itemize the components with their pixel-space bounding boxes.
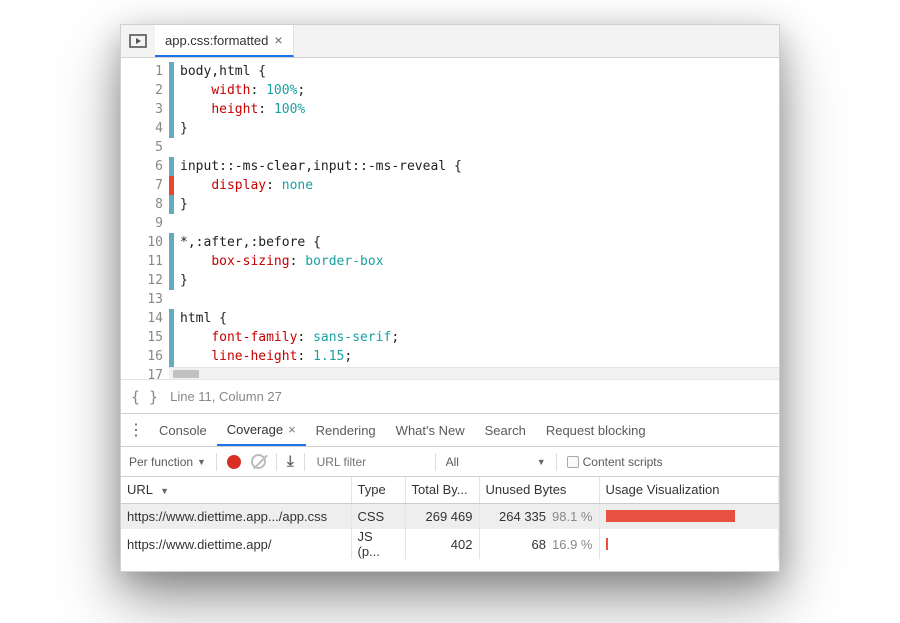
content-scripts-label: Content scripts (583, 455, 663, 469)
cell-total-bytes: 269 469 (405, 503, 479, 529)
scrollbar-thumb[interactable] (173, 370, 199, 378)
cell-usage-viz (599, 529, 779, 559)
cell-unused-bytes: 6816.9 % (479, 529, 599, 559)
horizontal-scrollbar[interactable] (169, 367, 779, 379)
drawer-tabbar: ⋮ Console Coverage × Rendering What's New Sea… (121, 414, 779, 447)
table-row[interactable]: https://www.diettime.app.../app.cssCSS26… (121, 503, 779, 529)
source-tab-title: app.css:formatted (165, 33, 268, 48)
sources-tabbar: app.css:formatted × (121, 25, 779, 58)
pretty-print-icon[interactable]: { } (131, 388, 158, 406)
devtools-panel: app.css:formatted × 12345678910111213141… (120, 24, 780, 572)
export-icon[interactable]: ⤓ (287, 453, 294, 470)
column-unused-bytes[interactable]: Unused Bytes (479, 477, 599, 503)
cell-total-bytes: 402 (405, 529, 479, 559)
line-number-gutter: 1234567891011121314151617 (121, 58, 169, 379)
editor-status-bar: { } Line 11, Column 27 (121, 380, 779, 414)
checkbox-icon[interactable] (567, 456, 579, 468)
caret-down-icon: ▼ (537, 457, 546, 467)
drawer-tab-rendering[interactable]: Rendering (306, 414, 386, 446)
coverage-table-header-row: URL ▼ Type Total By... Unused Bytes Usag… (121, 477, 779, 503)
drawer-tab-request-blocking[interactable]: Request blocking (536, 414, 656, 446)
drawer-more-icon[interactable]: ⋮ (127, 420, 145, 440)
table-row[interactable]: https://www.diettime.app/JS (p...4026816… (121, 529, 779, 559)
drawer-tab-coverage[interactable]: Coverage × (217, 414, 306, 446)
drawer-tab-label: What's New (396, 423, 465, 438)
clear-icon[interactable] (251, 454, 266, 469)
cell-type: JS (p... (351, 529, 405, 559)
drawer-tab-what-s-new[interactable]: What's New (386, 414, 475, 446)
close-icon[interactable]: × (288, 422, 296, 437)
close-icon[interactable]: × (274, 32, 282, 48)
drawer-tab-search[interactable]: Search (475, 414, 536, 446)
cursor-position: Line 11, Column 27 (170, 389, 282, 404)
type-filter-select[interactable]: All ▼ (446, 455, 546, 469)
drawer-tab-console[interactable]: Console (149, 414, 217, 446)
cell-usage-viz (599, 503, 779, 529)
cell-type: CSS (351, 503, 405, 529)
code-editor[interactable]: 1234567891011121314151617 body,html { wi… (121, 58, 779, 380)
caret-down-icon: ▼ (197, 457, 206, 467)
url-filter-input[interactable] (315, 454, 425, 470)
column-usage-visualization[interactable]: Usage Visualization (599, 477, 779, 503)
coverage-toolbar: Per function ▼ ⤓ All ▼ Content sc (121, 447, 779, 477)
column-url[interactable]: URL ▼ (121, 477, 351, 503)
drawer-tab-label: Console (159, 423, 207, 438)
drawer-tab-label: Request blocking (546, 423, 646, 438)
cell-unused-bytes: 264 33598.1 % (479, 503, 599, 529)
coverage-mode-select[interactable]: Per function ▼ (129, 455, 206, 469)
drawer-tab-label: Search (485, 423, 526, 438)
cell-url: https://www.diettime.app/ (121, 529, 351, 559)
sort-indicator-icon: ▼ (160, 486, 169, 496)
coverage-table: URL ▼ Type Total By... Unused Bytes Usag… (121, 477, 779, 559)
code-content[interactable]: body,html { width: 100%; height: 100%} i… (174, 58, 779, 379)
cell-url: https://www.diettime.app.../app.css (121, 503, 351, 529)
content-scripts-toggle[interactable]: Content scripts (567, 455, 663, 469)
drawer-tab-label: Rendering (316, 423, 376, 438)
column-type[interactable]: Type (351, 477, 405, 503)
record-icon[interactable] (227, 455, 241, 469)
type-filter-label: All (446, 455, 459, 469)
navigator-toggle-icon[interactable] (121, 25, 155, 57)
coverage-mode-label: Per function (129, 455, 193, 469)
drawer-tab-label: Coverage (227, 422, 283, 437)
column-total-bytes[interactable]: Total By... (405, 477, 479, 503)
source-tab[interactable]: app.css:formatted × (155, 25, 294, 57)
